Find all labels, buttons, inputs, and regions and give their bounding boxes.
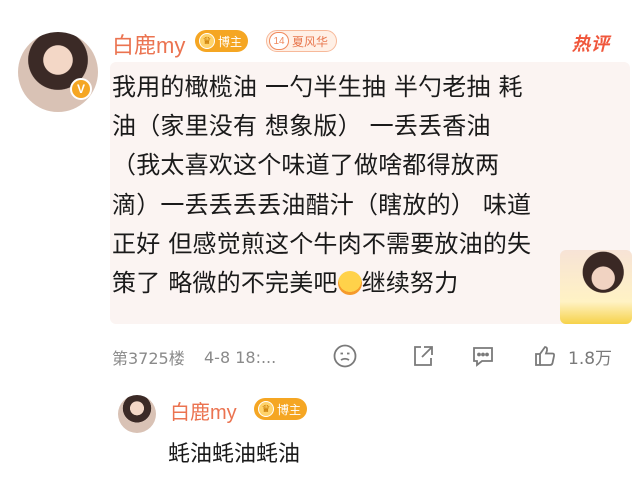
fan-level: 14 — [269, 32, 289, 50]
crown-icon: ♛ — [199, 33, 215, 49]
like-count: 1.8万 — [568, 349, 613, 369]
timestamp: 4-8 18:... — [204, 347, 277, 367]
blogger-badge-label: 博主 — [218, 34, 243, 49]
emoji-icon[interactable] — [332, 343, 358, 369]
comment-line: 我用的橄榄油 一勺半生抽 半勺老抽 耗 — [112, 73, 523, 101]
verified-icon: V — [70, 78, 92, 100]
like-icon[interactable] — [532, 343, 558, 369]
comment-line: （我太喜欢这个味道了做啥都得放两 — [112, 151, 500, 180]
reply-username[interactable]: 白鹿my — [170, 396, 237, 425]
comment-line: 策了 略微的不完美吧 — [112, 269, 338, 298]
reply-text: 蚝油蚝油蚝油 — [168, 442, 301, 467]
comment-text: 我用的橄榄油 一勺半生抽 半勺老抽 耗 油（家里没有 想象版） 一丢丢香油 （我… — [112, 68, 612, 303]
comment-line: 油（家里没有 想象版） 一丢丢香油 — [112, 112, 491, 141]
reply-avatar[interactable] — [118, 395, 156, 433]
fan-badge[interactable]: 14 夏风华 — [266, 30, 338, 52]
share-icon[interactable] — [410, 343, 436, 369]
emoji-icon — [337, 271, 362, 296]
comment-card: V 白鹿my ♛ 博主 14 夏风华 热评 我用的橄榄油 一勺半生抽 半勺老抽 … — [0, 0, 640, 481]
avatar[interactable] — [18, 32, 98, 112]
crown-icon: ♛ — [258, 401, 274, 417]
fan-badge-label: 夏风华 — [292, 34, 329, 49]
floor-number: 第3725楼 — [112, 349, 185, 368]
reply-icon[interactable] — [470, 343, 496, 369]
username[interactable]: 白鹿my — [112, 28, 185, 60]
comment-line: 正好 但感觉煎这个牛肉不需要放油的失 — [112, 229, 532, 258]
comment-tail: 继续努力 — [361, 269, 459, 298]
comment-line: 滴）一丢丢丢丢油醋汁（瞎放的） 味道 — [112, 190, 532, 219]
blogger-badge[interactable]: ♛ 博主 — [195, 30, 249, 52]
reply-blogger-badge[interactable]: ♛ 博主 — [254, 398, 308, 420]
hot-comment-tag: 热评 — [572, 34, 610, 55]
comment-line-last: 策了 略微的不完美吧 继续努力 — [112, 264, 612, 303]
blogger-badge-label: 博主 — [277, 402, 302, 417]
